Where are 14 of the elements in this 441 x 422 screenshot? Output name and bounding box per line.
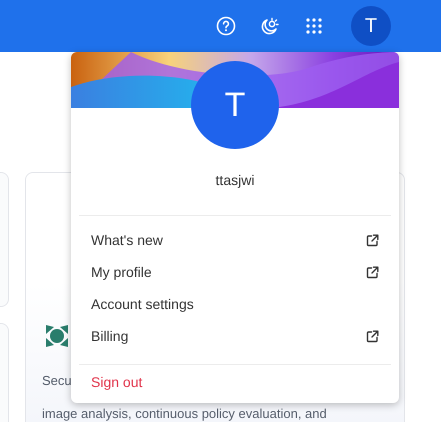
menu-item[interactable]: Billing (71, 320, 399, 352)
external-link-icon (366, 234, 379, 246)
menu-item[interactable]: My profile (71, 256, 399, 288)
avatar-button[interactable]: T (351, 6, 391, 46)
external-link-icon (366, 330, 379, 342)
card-text: image analysis, continuous policy evaluation, and (42, 407, 327, 421)
sign-out-link[interactable]: Sign out (71, 365, 399, 399)
help-icon[interactable] (215, 15, 237, 37)
menu-item[interactable]: What's new (71, 224, 399, 256)
card-text: Secu (42, 372, 72, 390)
username: ttasjwi (214, 172, 256, 190)
menu-item[interactable]: Account settings (71, 288, 399, 320)
external-link-icon (366, 266, 379, 278)
moon-sun-icon[interactable] (259, 15, 281, 37)
